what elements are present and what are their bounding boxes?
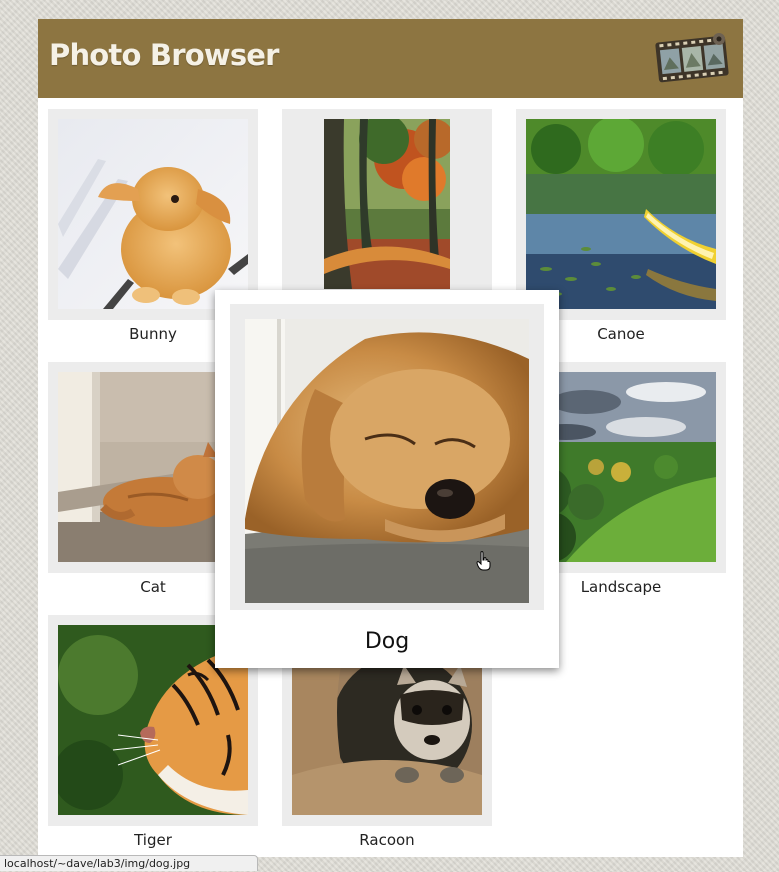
thumbnail-canoe[interactable] <box>516 109 726 320</box>
header-bar: Photo Browser <box>38 19 743 98</box>
film-strip-icon <box>655 33 729 83</box>
thumbnail-forest[interactable] <box>282 109 492 320</box>
popup-caption: Dog <box>364 629 410 654</box>
thumbnail-bunny[interactable] <box>48 109 258 320</box>
popup-frame <box>230 304 544 610</box>
hand-pointer-icon <box>476 551 491 571</box>
thumbnail-racoon-label: Racoon <box>359 831 415 849</box>
photo-popup[interactable]: Dog <box>215 290 559 668</box>
forest-photo <box>324 119 450 289</box>
bunny-photo <box>58 119 248 309</box>
page-title: Photo Browser <box>49 38 279 72</box>
status-bar-url: localhost/~dave/lab3/img/dog.jpg <box>0 855 258 871</box>
thumbnail-tiger-label: Tiger <box>134 831 172 849</box>
canoe-photo <box>526 119 716 309</box>
